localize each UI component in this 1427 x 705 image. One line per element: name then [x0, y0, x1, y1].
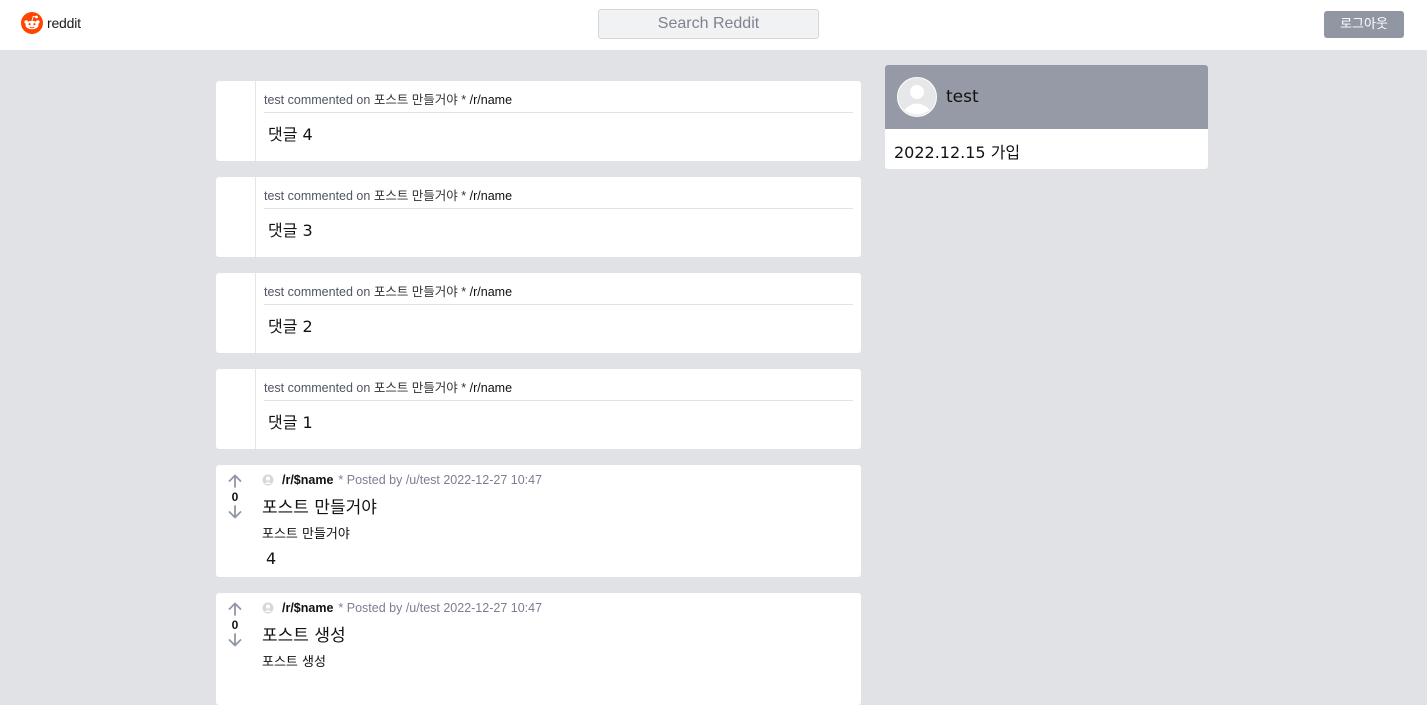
upvote-arrow-icon[interactable] — [227, 473, 243, 489]
comment-text: 댓글 1 — [268, 413, 313, 432]
comment-user[interactable]: test — [264, 189, 284, 203]
comment-post-title[interactable]: 포스트 만들거야 — [374, 381, 458, 395]
top-navbar: reddit Search Reddit 로그아웃 — [0, 0, 1427, 50]
downvote-arrow-icon[interactable] — [227, 504, 243, 520]
post-meta: /r/$name * Posted by /u/test 2022-12-27 … — [262, 601, 542, 615]
comment-subreddit[interactable]: /r/name — [470, 93, 512, 107]
comment-card[interactable]: test commented on 포스트 만들거야 * /r/name 댓글 … — [216, 369, 861, 449]
comment-action: commented on — [287, 381, 371, 395]
comment-separator: * — [461, 189, 467, 203]
user-avatar-icon[interactable] — [897, 77, 937, 117]
reddit-logo[interactable]: reddit — [21, 12, 81, 34]
comment-card[interactable]: test commented on 포스트 만들거야 * /r/name 댓글 … — [216, 81, 861, 161]
comment-separator: * — [461, 93, 467, 107]
comment-user[interactable]: test — [264, 381, 284, 395]
post-body: 포스트 만들거야 — [262, 527, 350, 542]
upvote-arrow-icon[interactable] — [227, 601, 243, 617]
comment-subreddit[interactable]: /r/name — [470, 381, 512, 395]
comment-user[interactable]: test — [264, 285, 284, 299]
downvote-arrow-icon[interactable] — [227, 632, 243, 648]
comment-gutter — [216, 273, 256, 353]
vote-column: 0 — [216, 601, 254, 648]
comment-text: 댓글 3 — [268, 221, 313, 240]
comment-post-title[interactable]: 포스트 만들거야 — [374, 189, 458, 203]
post-comment-count: 4 — [266, 549, 277, 568]
comment-user[interactable]: test — [264, 93, 284, 107]
comment-action: commented on — [287, 93, 371, 107]
post-byline: * Posted by /u/test 2022-12-27 10:47 — [338, 473, 543, 487]
vote-column: 0 — [216, 473, 254, 520]
post-byline: * Posted by /u/test 2022-12-27 10:47 — [338, 601, 543, 615]
comment-action: commented on — [287, 189, 371, 203]
post-card[interactable]: 0 /r/$name * Posted by /u/test 2022-12-2… — [216, 465, 861, 577]
profile-username: test — [946, 87, 979, 107]
profile-joined-date: 2022.12.15 가입 — [894, 143, 1021, 162]
search-input[interactable]: Search Reddit — [598, 9, 819, 39]
comment-post-title[interactable]: 포스트 만들거야 — [374, 285, 458, 299]
comment-text: 댓글 2 — [268, 317, 313, 336]
comment-meta: test commented on 포스트 만들거야 * /r/name — [264, 89, 853, 113]
post-meta: /r/$name * Posted by /u/test 2022-12-27 … — [262, 473, 542, 487]
logout-button[interactable]: 로그아웃 — [1324, 11, 1404, 38]
post-card[interactable]: 0 /r/$name * Posted by /u/test 2022-12-2… — [216, 593, 861, 705]
comment-action: commented on — [287, 285, 371, 299]
comment-separator: * — [461, 381, 467, 395]
profile-card: test 2022.12.15 가입 — [885, 65, 1208, 169]
comment-subreddit[interactable]: /r/name — [470, 285, 512, 299]
comment-gutter — [216, 81, 256, 161]
comment-meta: test commented on 포스트 만들거야 * /r/name — [264, 185, 853, 209]
vote-count: 0 — [231, 490, 239, 504]
vote-count: 0 — [231, 618, 239, 632]
reddit-logo-icon — [21, 12, 43, 34]
profile-header: test — [885, 65, 1208, 129]
comment-separator: * — [461, 285, 467, 299]
comment-meta: test commented on 포스트 만들거야 * /r/name — [264, 281, 853, 305]
user-avatar-icon — [262, 602, 274, 614]
comment-gutter — [216, 177, 256, 257]
comment-post-title[interactable]: 포스트 만들거야 — [374, 93, 458, 107]
post-title[interactable]: 포스트 생성 — [262, 621, 346, 646]
comment-text: 댓글 4 — [268, 125, 313, 144]
post-body: 포스트 생성 — [262, 655, 326, 670]
comment-meta: test commented on 포스트 만들거야 * /r/name — [264, 377, 853, 401]
comment-card[interactable]: test commented on 포스트 만들거야 * /r/name 댓글 … — [216, 177, 861, 257]
logo-text: reddit — [47, 15, 81, 31]
post-subreddit[interactable]: /r/$name — [282, 473, 333, 487]
post-subreddit[interactable]: /r/$name — [282, 601, 333, 615]
comment-subreddit[interactable]: /r/name — [470, 189, 512, 203]
user-avatar-icon — [262, 474, 274, 486]
comment-card[interactable]: test commented on 포스트 만들거야 * /r/name 댓글 … — [216, 273, 861, 353]
comment-gutter — [216, 369, 256, 449]
post-title[interactable]: 포스트 만들거야 — [262, 493, 377, 518]
